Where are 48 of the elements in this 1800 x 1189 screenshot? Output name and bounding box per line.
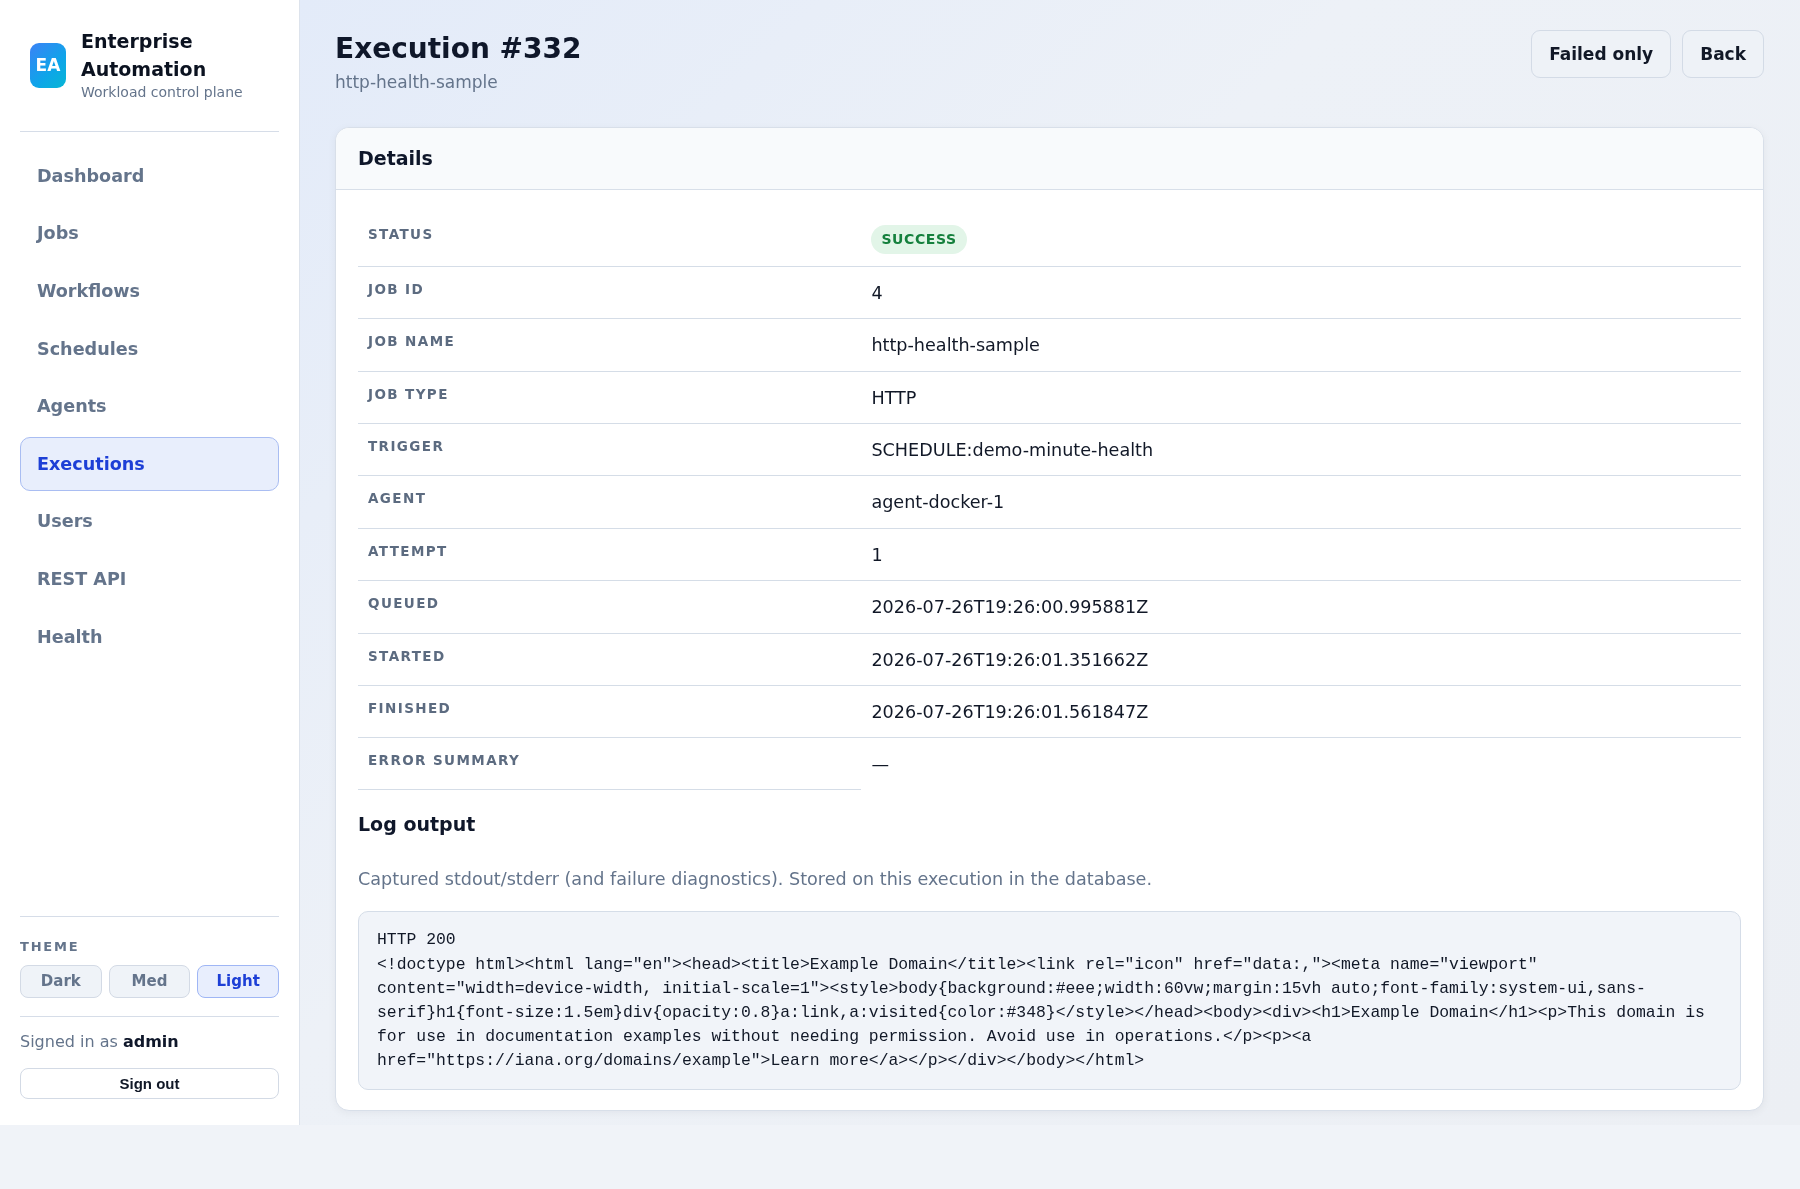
nav-item[interactable]: Workflows — [20, 263, 279, 319]
page-title: Execution #332 — [335, 32, 582, 66]
theme-button[interactable]: Light — [197, 964, 279, 998]
brand-subtitle: Workload control plane — [81, 83, 244, 103]
brand-logo: EA — [30, 42, 66, 88]
detail-value: http-health-sample — [871, 335, 1040, 356]
detail-label: JOB ID — [358, 266, 862, 319]
nav-item[interactable]: Agents — [20, 379, 279, 434]
detail-value: 2026-07-26T19:26:01.561847Z — [871, 701, 1149, 722]
detail-value: 2026-07-26T19:26:01.351662Z — [871, 649, 1149, 670]
detail-label: QUEUED — [358, 580, 862, 633]
nav-item[interactable]: Executions — [20, 436, 279, 492]
detail-value: 1 — [871, 544, 883, 565]
nav-item[interactable]: Jobs — [20, 206, 279, 261]
log-description: Captured stdout/stderr (and failure diagnostics). Stored on this execution in the database. — [358, 868, 1154, 891]
page-subtitle: http-health-sample — [335, 70, 499, 94]
detail-label: STARTED — [358, 633, 862, 686]
detail-value: agent-docker-1 — [871, 492, 1005, 513]
detail-label: TRIGGER — [358, 423, 862, 476]
nav-item[interactable]: Users — [20, 494, 279, 550]
detail-value: 2026-07-26T19:26:00.995881Z — [871, 597, 1149, 618]
section-title: Log output — [358, 813, 477, 836]
detail-value: — — [871, 754, 889, 775]
theme-button[interactable]: Dark — [20, 964, 102, 998]
header-button[interactable]: Back — [1682, 30, 1764, 79]
detail-value: SCHEDULE:demo-minute-health — [871, 439, 1154, 460]
detail-label: STATUS — [358, 211, 862, 267]
nav-item[interactable]: Health — [20, 609, 279, 665]
sign-out-button[interactable]: Sign out — [20, 1068, 279, 1099]
status-badge: SUCCESS — [871, 224, 967, 254]
nav-item[interactable]: Schedules — [20, 321, 279, 377]
detail-label: AGENT — [358, 475, 862, 529]
theme-button[interactable]: Med — [108, 964, 191, 998]
detail-label: JOB TYPE — [358, 371, 862, 424]
nav-item[interactable]: Dashboard — [20, 148, 279, 204]
detail-value: HTTP — [871, 387, 917, 408]
theme-label: THEME — [20, 939, 81, 955]
log-output: HTTP 200 <!doctype html><html lang="en"><head><title>Example Domain</title><link rel="icon" href="data:,"><meta name="viewport" content="width=device-width, initial-scale=1"><style>body{background:#eee;width:60vw;margin:15vh auto;font-family:system-ui,sans-serif}h1{font-size:1.5em}div{opacity:0.8}a:link,a:visited{color:#348}</style></head><body><div><h1>Example Domain</h1><p>This domain is for use in documentation examples without needing permission. Avoid use in operations.</p><p><a href="https://iana.org/domains/example">Learn more</a></p></div></body></html> — [358, 911, 1741, 1091]
detail-value: 4 — [871, 282, 883, 303]
card-title: Details — [358, 147, 433, 170]
detail-label: ATTEMPT — [358, 528, 862, 581]
nav-item[interactable]: REST API — [20, 552, 279, 607]
signed-in-text: Signed in as admin — [20, 1030, 180, 1053]
detail-label: ERROR SUMMARY — [358, 737, 862, 790]
header-button[interactable]: Failed only — [1531, 30, 1672, 79]
detail-label: FINISHED — [358, 685, 862, 738]
brand-title: Enterprise Automation — [81, 29, 208, 82]
detail-label: JOB NAME — [358, 318, 862, 372]
